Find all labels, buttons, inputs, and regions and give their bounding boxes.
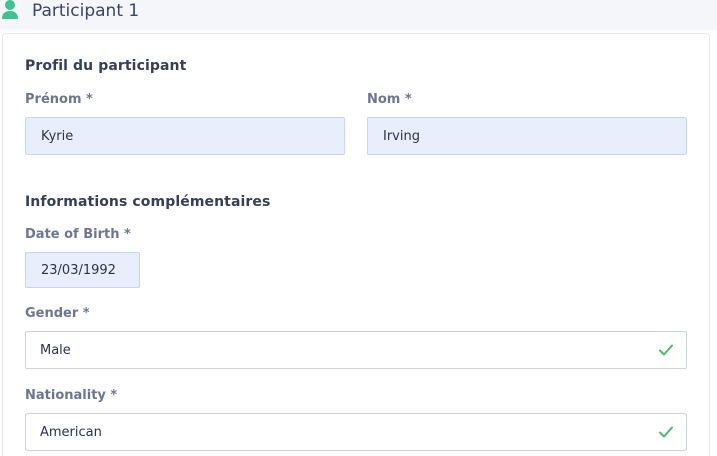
participant-page: Participant 1 Profil du participant Prén…: [0, 0, 717, 456]
gender-value: Male: [40, 342, 71, 358]
first-name-input[interactable]: Kyrie: [25, 117, 345, 155]
nationality-value: American: [40, 424, 102, 440]
last-name-input[interactable]: Irving: [367, 117, 687, 155]
dob-input[interactable]: 23/03/1992: [25, 252, 140, 288]
gender-select[interactable]: Male: [25, 331, 687, 369]
first-name-label: Prénom *: [25, 92, 93, 107]
participant-form-card: Profil du participant Prénom * Kyrie Nom…: [2, 33, 710, 456]
extra-info-section-title: Informations complémentaires: [25, 194, 271, 210]
participant-title: Participant 1: [32, 1, 140, 21]
check-icon: [659, 426, 673, 438]
participant-header: Participant 1: [0, 0, 717, 30]
dob-label: Date of Birth *: [25, 227, 131, 242]
last-name-label: Nom *: [367, 92, 412, 107]
nationality-label: Nationality *: [25, 388, 118, 403]
profile-section-title: Profil du participant: [25, 58, 187, 74]
nationality-select[interactable]: American: [25, 413, 687, 451]
person-icon: [2, 0, 18, 19]
gender-label: Gender *: [25, 306, 90, 321]
check-icon: [659, 344, 673, 356]
